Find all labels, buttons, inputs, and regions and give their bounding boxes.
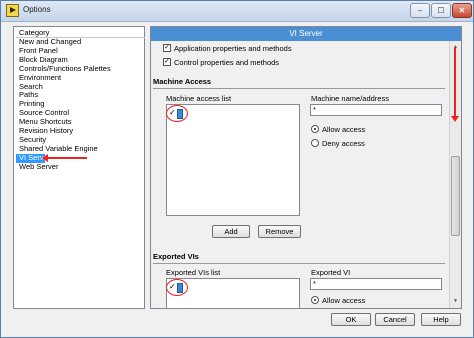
- annotation-arrow-down: [451, 47, 459, 122]
- machine-access-divider: [153, 88, 445, 89]
- annotation-arrow-left: [42, 154, 87, 162]
- scroll-thumb[interactable]: [451, 156, 460, 236]
- window-title: Options: [23, 5, 51, 14]
- close-button[interactable]: ✕: [452, 3, 472, 18]
- maximize-button[interactable]: ☐: [431, 3, 451, 18]
- remove-button[interactable]: Remove: [258, 225, 301, 238]
- deny-access-radio[interactable]: [311, 139, 319, 147]
- allow-access-radio[interactable]: [311, 125, 319, 133]
- machine-access-title: Machine Access: [153, 77, 212, 86]
- app-props-label: Application properties and methods: [174, 44, 292, 53]
- annotation-circle-2: [166, 279, 188, 296]
- title-bar[interactable]: Options – ☐ ✕: [1, 1, 473, 22]
- machine-access-list[interactable]: ✓: [166, 104, 300, 216]
- exported-vi-label: Exported VI: [311, 268, 351, 277]
- help-button[interactable]: Help: [421, 313, 461, 326]
- deny-access-label: Deny access: [322, 139, 365, 148]
- ok-button[interactable]: OK: [331, 313, 371, 326]
- scroll-down-icon[interactable]: ▼: [451, 296, 460, 306]
- export-allow-access-radio[interactable]: [311, 296, 319, 304]
- settings-pane: VI Server ✓ Application properties and m…: [150, 26, 462, 309]
- add-button[interactable]: Add: [212, 225, 250, 238]
- machine-access-list-label: Machine access list: [166, 94, 232, 103]
- exported-vis-list[interactable]: ✓: [166, 278, 300, 308]
- control-props-label: Control properties and methods: [174, 58, 280, 67]
- category-list[interactable]: Category New and Changed Front Panel Blo…: [13, 26, 145, 309]
- labview-app-icon: [6, 4, 19, 17]
- control-props-checkbox[interactable]: ✓: [163, 58, 171, 66]
- cancel-button[interactable]: Cancel: [375, 313, 415, 326]
- app-props-checkbox[interactable]: ✓: [163, 44, 171, 52]
- settings-content: ✓ Application properties and methods ✓ C…: [151, 41, 449, 308]
- exported-vi-input[interactable]: *: [310, 278, 442, 290]
- allow-access-label: Allow access: [322, 125, 366, 134]
- exported-vis-title: Exported VIs: [153, 252, 199, 261]
- options-window: Options – ☐ ✕ Category New and Changed F…: [0, 0, 474, 338]
- exported-vis-divider: [153, 263, 445, 264]
- machine-name-input[interactable]: *: [310, 104, 442, 116]
- category-item-web-server[interactable]: Web Server: [16, 162, 143, 172]
- annotation-circle: [166, 105, 188, 122]
- minimize-button[interactable]: –: [410, 3, 430, 18]
- exported-vis-list-label: Exported VIs list: [166, 268, 221, 277]
- export-allow-access-label: Allow access: [322, 296, 366, 305]
- section-header: VI Server: [151, 27, 461, 41]
- machine-name-label: Machine name/address: [311, 94, 389, 103]
